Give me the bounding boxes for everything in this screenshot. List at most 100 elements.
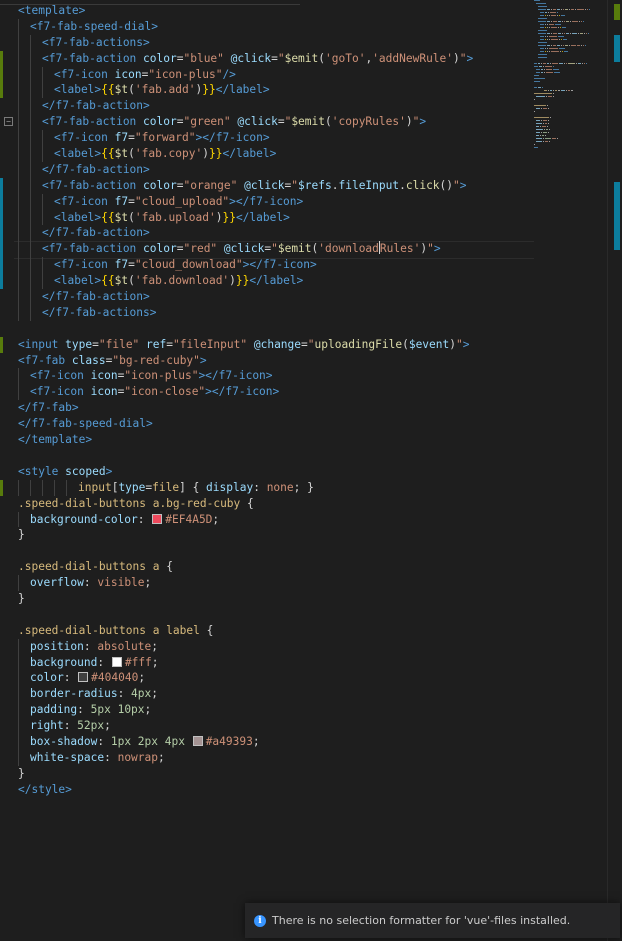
- code-token: (: [325, 115, 332, 129]
- code-line[interactable]: .speed-dial-buttons a {: [0, 559, 534, 575]
- indent-guide: [42, 194, 54, 210]
- code-token: }}: [222, 210, 236, 224]
- code-token: ></f7-icon>: [205, 385, 280, 399]
- code-line[interactable]: <label>{{$t('fab.copy')}}</label>: [0, 146, 534, 162]
- minimap-segment: [554, 72, 560, 73]
- color-swatch[interactable]: [152, 513, 163, 524]
- indent-guide: [66, 480, 78, 496]
- code-line[interactable]: right: 52px;: [0, 718, 534, 734]
- code-line[interactable]: <label>{{$t('fab.upload')}}</label>: [0, 209, 534, 226]
- code-line[interactable]: </f7-fab-actions>: [0, 305, 534, 321]
- code-text: <label>{{$t('fab.add')}}</label>: [18, 82, 270, 98]
- minimap-segment: [534, 78, 545, 79]
- code-line[interactable]: .speed-dial-buttons a label {: [0, 623, 534, 639]
- code-line[interactable]: overflow: visible;: [0, 575, 534, 591]
- code-line[interactable]: .speed-dial-buttons a.bg-red-cuby {: [0, 496, 534, 512]
- minimap[interactable]: [534, 0, 608, 148]
- code-line[interactable]: </f7-fab-action>: [0, 98, 534, 114]
- code-line[interactable]: background: #fff;: [0, 655, 534, 671]
- code-line[interactable]: <f7-fab-speed-dial>: [0, 19, 534, 35]
- code-token: 'download: [318, 242, 379, 256]
- code-line[interactable]: <input type="file" ref="fileInput" @chan…: [0, 336, 534, 353]
- code-line[interactable]: </f7-fab-action>: [0, 162, 534, 178]
- code-token: }: [18, 766, 25, 780]
- vertical-scrollbar[interactable]: [607, 0, 622, 941]
- code-line[interactable]: </f7-fab-action>: [0, 225, 534, 242]
- minimap-segment: [559, 63, 563, 64]
- code-line[interactable]: <f7-fab-action color="orange" @click="$r…: [0, 177, 534, 194]
- code-line[interactable]: <f7-icon f7="cloud_download"></f7-icon>: [0, 257, 534, 274]
- minimap-segment: [557, 45, 560, 46]
- code-line[interactable]: </f7-fab-action>: [0, 289, 534, 305]
- code-token: color: [143, 51, 177, 65]
- code-line[interactable]: [0, 321, 534, 337]
- minimap-segment: [553, 45, 556, 46]
- code-line[interactable]: [0, 448, 534, 464]
- minimap-segment: [538, 87, 541, 88]
- minimap-segment: [549, 24, 554, 25]
- code-line[interactable]: <f7-icon icon="icon-close"></f7-icon>: [0, 384, 534, 400]
- code-line[interactable]: box-shadow: 1px 2px 4px #a49393;: [0, 734, 534, 750]
- color-swatch[interactable]: [192, 735, 203, 746]
- code-line[interactable]: <f7-fab-action color="red" @click="$emit…: [0, 241, 534, 260]
- code-lines[interactable]: <template> <f7-fab-speed-dial> <f7-fab-act…: [0, 3, 534, 798]
- code-line[interactable]: − <f7-fab-action color="green" @click="$e…: [0, 114, 534, 130]
- code-line[interactable]: [0, 543, 534, 559]
- code-line[interactable]: <f7-icon icon="icon-plus"/>: [0, 66, 534, 83]
- minimap-segment: [538, 45, 546, 46]
- code-line[interactable]: <label>{{$t('fab.download')}}</label>: [0, 273, 534, 290]
- code-line[interactable]: </f7-fab-speed-dial>: [0, 416, 534, 432]
- code-line[interactable]: <f7-icon icon="icon-plus"></f7-icon>: [0, 368, 534, 384]
- code-token: f7: [114, 131, 129, 145]
- code-line[interactable]: <f7-fab-actions>: [0, 35, 534, 51]
- code-line[interactable]: }: [0, 766, 534, 782]
- code-line[interactable]: padding: 5px 10px;: [0, 702, 534, 718]
- indent-guide: [30, 162, 42, 178]
- code-token: <f7-icon: [30, 385, 84, 399]
- color-swatch[interactable]: [111, 656, 122, 667]
- indent-guide: [18, 305, 30, 321]
- code-line[interactable]: [0, 607, 534, 623]
- minimap-segment: [559, 39, 560, 40]
- code-line[interactable]: border-radius: 4px;: [0, 686, 534, 702]
- code-token: (): [439, 178, 454, 192]
- code-editor[interactable]: <template> <f7-fab-speed-dial> <f7-fab-act…: [0, 0, 622, 941]
- minimap-segment: [545, 39, 546, 40]
- code-token: overflow: [30, 576, 84, 590]
- code-line[interactable]: <style scoped>: [0, 464, 534, 480]
- code-line[interactable]: <f7-fab-action color="blue" @click="$emi…: [0, 50, 534, 67]
- code-token: 'addNewRule': [372, 51, 454, 65]
- code-line[interactable]: }: [0, 591, 534, 607]
- code-line[interactable]: <template>: [0, 3, 534, 19]
- indent-guide: [18, 241, 30, 257]
- code-line[interactable]: background-color: #EF4A5D;: [0, 512, 534, 528]
- minimap-segment: [553, 96, 554, 97]
- code-line[interactable]: <f7-icon f7="forward"></f7-icon>: [0, 130, 534, 146]
- code-line[interactable]: white-space: nowrap;: [0, 750, 534, 766]
- code-line[interactable]: color: #404040;: [0, 670, 534, 686]
- notification-toast[interactable]: i There is no selection formatter for 'v…: [245, 903, 620, 938]
- code-line[interactable]: }: [0, 527, 534, 543]
- code-text: }: [18, 766, 25, 782]
- code-line[interactable]: </style>: [0, 782, 534, 798]
- code-token: background-color: [30, 512, 138, 526]
- code-line[interactable]: <f7-fab class="bg-red-cuby">: [0, 353, 534, 369]
- minimap-segment: [536, 132, 540, 133]
- code-line[interactable]: </f7-fab>: [0, 400, 534, 416]
- minimap-segment: [584, 63, 585, 64]
- code-token: "file": [98, 337, 140, 351]
- code-line[interactable]: <label>{{$t('fab.add')}}</label>: [0, 82, 534, 99]
- code-line[interactable]: </template>: [0, 432, 534, 448]
- color-swatch[interactable]: [78, 672, 89, 683]
- code-line[interactable]: input[type=file] { display: none; }: [0, 479, 534, 496]
- code-token: <f7-fab-action: [42, 242, 137, 256]
- indent-guide: [30, 257, 42, 273]
- code-line[interactable]: <f7-icon f7="cloud_upload"></f7-icon>: [0, 193, 534, 210]
- minimap-segment: [586, 63, 587, 64]
- minimap-segment: [541, 132, 542, 133]
- fold-icon[interactable]: −: [4, 117, 13, 127]
- indent-guide: [18, 289, 30, 305]
- minimap-segment: [547, 33, 550, 34]
- code-line[interactable]: position: absolute;: [0, 639, 534, 655]
